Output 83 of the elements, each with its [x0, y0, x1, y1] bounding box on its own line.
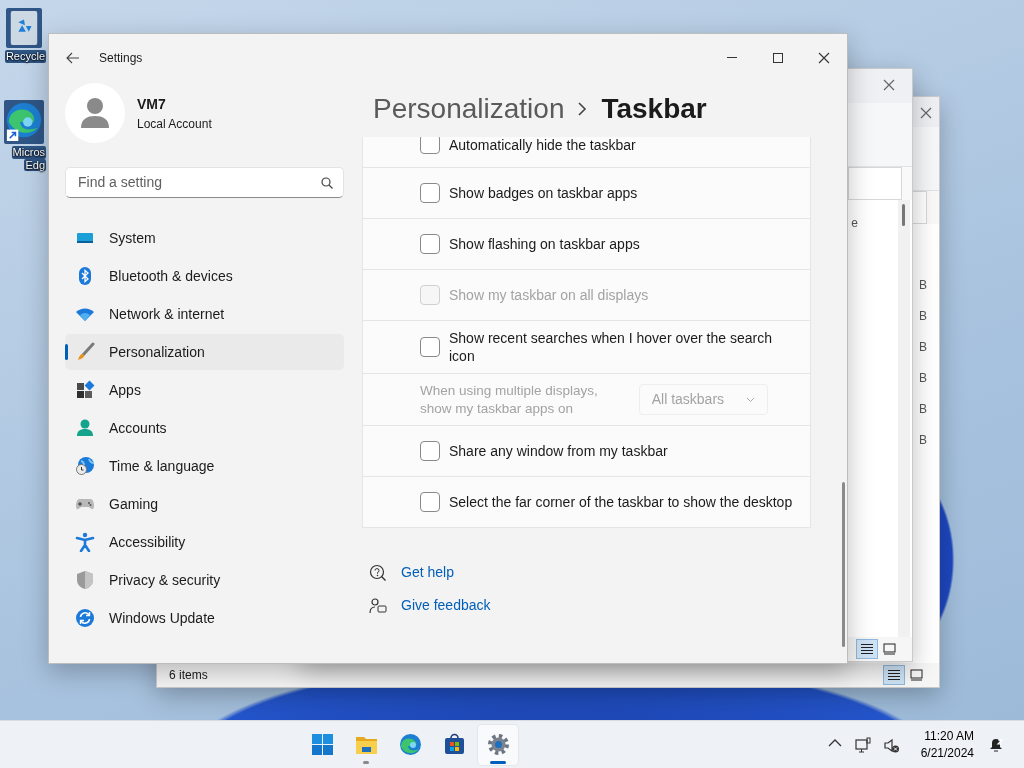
user-name: VM7: [137, 94, 167, 114]
nav-item[interactable]: Apps: [65, 372, 344, 408]
close-icon: [883, 79, 895, 91]
nav-item[interactable]: Network & internet: [65, 296, 344, 332]
setting-label: Select the far corner of the taskbar to show the desktop: [449, 493, 793, 512]
monitor-icon: [854, 736, 871, 753]
edge-shortcut-icon: [4, 100, 44, 144]
desktop-icon-label: Recycle: [4, 50, 46, 63]
feedback-icon: [369, 596, 387, 615]
nav-item[interactable]: Privacy & security: [65, 562, 344, 598]
nav-item[interactable]: Windows Update: [65, 600, 344, 636]
setting-label: Automatically hide the taskbar: [449, 137, 636, 154]
window-title: Settings: [99, 50, 143, 67]
desktop-icon-label: Micros: [11, 146, 46, 159]
list-icon: [887, 669, 901, 681]
chevron-right-icon: [578, 101, 588, 116]
file-size: B: [919, 401, 927, 418]
taskbar-app[interactable]: [478, 724, 519, 765]
start-icon: [309, 732, 335, 757]
setting-label: Show recent searches when I hover over the search icon: [449, 329, 773, 366]
account-type: Local Account: [137, 115, 212, 133]
scrollbar-thumb[interactable]: [842, 482, 845, 647]
chevron-down-icon: [746, 396, 755, 403]
setting-label: Share any window from my taskbar: [449, 442, 668, 461]
search-input[interactable]: Find a setting: [76, 171, 321, 194]
column-header: e: [851, 215, 858, 232]
setting-label: Show flashing on taskbar apps: [449, 234, 640, 254]
speaker-muted-icon: [882, 736, 899, 753]
nav-item[interactable]: Accessibility: [65, 524, 344, 560]
list-icon: [860, 643, 874, 655]
scrollbar-thumb[interactable]: [902, 204, 905, 226]
checkbox[interactable]: [420, 492, 440, 513]
file-size: B: [919, 277, 927, 294]
sync-icon: [75, 608, 95, 628]
edge-icon: [397, 732, 423, 757]
checkbox[interactable]: [420, 183, 440, 203]
app-grid-icon: [75, 380, 95, 400]
address-field[interactable]: [848, 167, 902, 200]
checkbox[interactable]: [420, 234, 440, 254]
nav-item[interactable]: Gaming: [65, 486, 344, 522]
nav-item[interactable]: System: [65, 220, 344, 256]
checkbox[interactable]: [420, 441, 440, 462]
checkbox[interactable]: [420, 137, 440, 154]
help-icon: [369, 563, 387, 582]
file-size: B: [919, 432, 927, 449]
checkbox[interactable]: [420, 337, 440, 358]
file-size: B: [919, 308, 927, 325]
nav-item[interactable]: Time & language: [65, 448, 344, 484]
help-link[interactable]: Get help: [359, 556, 842, 590]
details-view-button[interactable]: [883, 665, 905, 685]
back-arrow-icon: [66, 52, 80, 64]
search-field[interactable]: Find a setting: [65, 167, 344, 198]
file-size: B: [919, 370, 927, 387]
close-icon: [920, 107, 932, 119]
shield-icon: [75, 570, 95, 590]
recycle-bin-icon: [6, 8, 42, 48]
search-icon: [321, 176, 333, 189]
person-silhouette-icon: [80, 97, 110, 129]
close-icon: [818, 52, 830, 64]
desktop-icon-label: Edg: [24, 158, 46, 172]
globe-clock-icon: [75, 456, 95, 476]
bell-icon: [988, 736, 1004, 753]
clock[interactable]: 11:20 AM 6/21/2024: [912, 728, 982, 761]
details-view-button[interactable]: [856, 639, 878, 659]
setting-label: When using multiple displays, show my taskbar apps on: [420, 382, 599, 418]
dropdown: All taskbars: [638, 384, 768, 416]
feedback-link[interactable]: Give feedback: [359, 589, 842, 623]
accessibility-icon: [75, 532, 95, 552]
setting-label: Show my taskbar on all displays: [449, 285, 649, 305]
breadcrumb-parent: Personalization: [373, 91, 565, 126]
page-title: Taskbar: [601, 91, 707, 126]
brush-icon: [75, 342, 95, 362]
file-size: B: [919, 339, 927, 356]
gear-icon: [485, 732, 511, 757]
nav-item[interactable]: Accounts: [65, 410, 344, 446]
nav-item[interactable]: Personalization: [65, 334, 344, 370]
setting-label: Show badges on taskbar apps: [449, 183, 638, 203]
person-icon: [75, 418, 95, 438]
nav-item[interactable]: Bluetooth & devices: [65, 258, 344, 294]
status-text: 6 items: [169, 667, 208, 684]
preview-icon: [909, 669, 923, 681]
maximize-icon: [772, 52, 784, 64]
preview-icon: [882, 643, 896, 655]
